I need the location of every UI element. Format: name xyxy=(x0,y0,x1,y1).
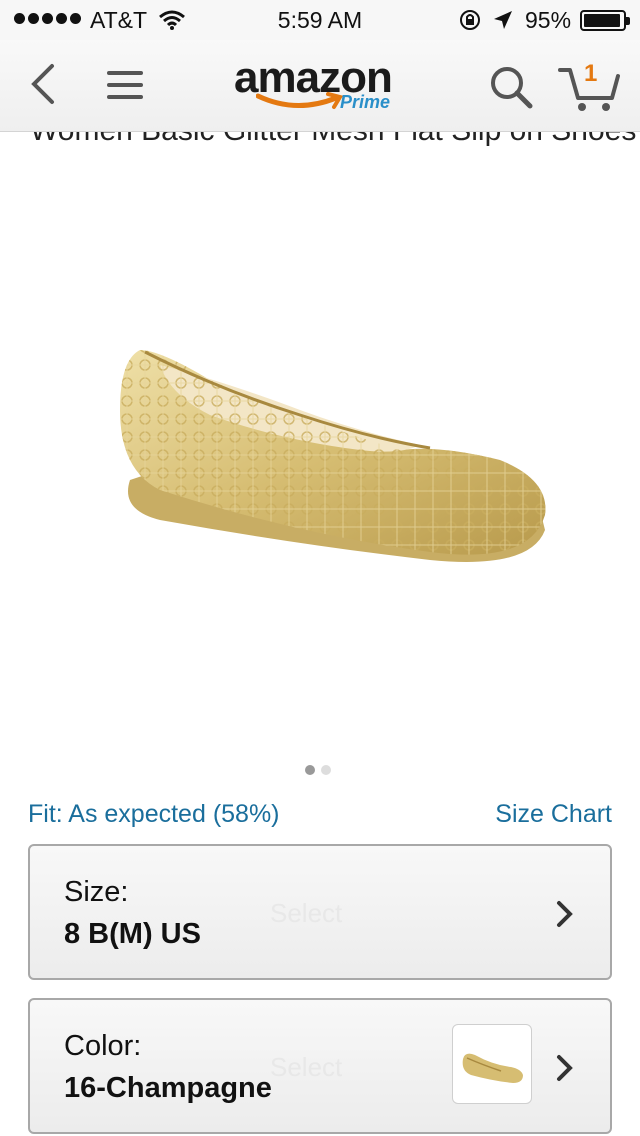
color-selector[interactable]: Color: 16-Champagne Select xyxy=(28,998,612,1134)
location-arrow-icon xyxy=(494,11,512,29)
status-bar: AT&T 5:59 AM 95% xyxy=(0,0,640,40)
search-icon[interactable] xyxy=(488,64,534,110)
battery-fill xyxy=(584,14,621,27)
cart-button[interactable]: 1 xyxy=(558,60,622,114)
battery-icon xyxy=(580,10,630,31)
nav-bar: amazon Prime 1 xyxy=(0,40,640,132)
back-chevron-icon[interactable] xyxy=(26,62,60,106)
size-label: Size: xyxy=(64,876,129,908)
smile-arrow-icon xyxy=(256,92,344,109)
gold-ballet-flat-image[interactable] xyxy=(100,320,560,580)
carousel-dot[interactable] xyxy=(321,765,331,775)
shoe-thumbnail-icon xyxy=(462,1053,523,1083)
carousel-dot[interactable] xyxy=(305,765,315,775)
chevron-right-icon xyxy=(557,901,573,927)
rotation-lock-icon xyxy=(460,10,480,30)
hamburger-menu-icon[interactable] xyxy=(106,68,144,102)
fit-rating: Fit: As expected (58%) xyxy=(28,800,280,828)
color-swatch xyxy=(452,1024,532,1104)
color-label: Color: xyxy=(64,1030,142,1062)
size-chart-link[interactable]: Size Chart xyxy=(495,800,612,829)
size-ghost-text: Select xyxy=(270,898,343,928)
carousel-dots[interactable] xyxy=(305,765,331,775)
chevron-right-icon xyxy=(557,1055,573,1081)
battery-percent: 95% xyxy=(525,7,572,33)
color-ghost-text: Select xyxy=(270,1052,343,1082)
logo-prime: Prime xyxy=(340,92,391,112)
size-value: 8 B(M) US xyxy=(64,918,201,950)
amazon-prime-logo[interactable]: amazon Prime xyxy=(234,54,406,118)
color-value: 16-Champagne xyxy=(64,1072,272,1104)
size-selector[interactable]: Size: 8 B(M) US Select xyxy=(28,844,612,980)
cart-count: 1 xyxy=(584,60,598,87)
